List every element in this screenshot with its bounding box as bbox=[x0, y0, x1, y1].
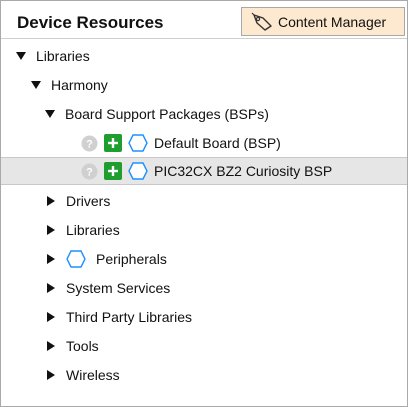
panel-title: Device Resources bbox=[17, 13, 164, 32]
svg-text:?: ? bbox=[86, 138, 93, 150]
question-circle-icon[interactable]: ? bbox=[81, 135, 98, 152]
content-manager-button[interactable]: Content Manager bbox=[241, 7, 405, 36]
hexagon-icon bbox=[128, 134, 148, 152]
question-circle-icon[interactable]: ? bbox=[81, 163, 98, 180]
triangle-right-icon[interactable] bbox=[45, 340, 57, 352]
triangle-right-icon[interactable] bbox=[45, 224, 57, 236]
tree-leaf-label: PIC32CX BZ2 Curiosity BSP bbox=[154, 163, 333, 179]
triangle-right-icon[interactable] bbox=[45, 369, 57, 381]
hexagon-icon bbox=[66, 250, 86, 268]
tree-node-libraries[interactable]: Libraries bbox=[1, 216, 407, 244]
tree-node-label: Libraries bbox=[36, 48, 90, 64]
tree-node-drivers[interactable]: Drivers bbox=[1, 187, 407, 215]
tree-leaf-default-board[interactable]: ? Default Board (BSP) bbox=[1, 129, 407, 157]
tree-node-label: System Services bbox=[66, 280, 171, 296]
hexagon-icon bbox=[128, 162, 148, 180]
tree-node-harmony[interactable]: Harmony bbox=[1, 71, 407, 99]
triangle-right-icon[interactable] bbox=[45, 253, 57, 265]
tree-node-label: Tools bbox=[66, 338, 99, 354]
tree-node-label: Peripherals bbox=[96, 251, 167, 267]
triangle-down-icon[interactable] bbox=[44, 108, 56, 120]
green-plus-icon[interactable] bbox=[104, 134, 122, 152]
tree-node-tools[interactable]: Tools bbox=[1, 332, 407, 360]
tree-node-label: Board Support Packages (BSPs) bbox=[65, 106, 269, 122]
tree-node-libraries-root[interactable]: Libraries bbox=[1, 42, 407, 70]
triangle-right-icon[interactable] bbox=[45, 195, 57, 207]
tree-node-label: Drivers bbox=[66, 193, 111, 209]
content-manager-icon bbox=[251, 12, 273, 32]
device-resources-panel: Device Resources Content Manager Librari… bbox=[0, 0, 408, 407]
tree-node-system-services[interactable]: System Services bbox=[1, 274, 407, 302]
tree-node-bsp-group[interactable]: Board Support Packages (BSPs) bbox=[1, 100, 407, 128]
panel-header: Device Resources Content Manager bbox=[1, 1, 407, 39]
tree-node-wireless[interactable]: Wireless bbox=[1, 361, 407, 389]
tree-node-label: Libraries bbox=[66, 222, 120, 238]
triangle-down-icon[interactable] bbox=[30, 79, 42, 91]
triangle-down-icon[interactable] bbox=[15, 50, 27, 62]
green-plus-icon[interactable] bbox=[104, 162, 122, 180]
tree-leaf-pic32cx-bsp[interactable]: ? PIC32CX BZ2 Curiosity BSP bbox=[1, 157, 407, 185]
tree-leaf-label: Default Board (BSP) bbox=[154, 135, 281, 151]
tree-node-label: Harmony bbox=[51, 77, 108, 93]
triangle-right-icon[interactable] bbox=[45, 282, 57, 294]
svg-text:?: ? bbox=[86, 166, 93, 178]
tree-node-label: Third Party Libraries bbox=[66, 309, 193, 325]
tree-node-third-party-libraries[interactable]: Third Party Libraries bbox=[1, 303, 407, 331]
tree-node-label: Wireless bbox=[66, 367, 120, 383]
tree-node-peripherals[interactable]: Peripherals bbox=[1, 245, 407, 273]
triangle-right-icon[interactable] bbox=[45, 311, 57, 323]
content-manager-label: Content Manager bbox=[278, 13, 387, 30]
